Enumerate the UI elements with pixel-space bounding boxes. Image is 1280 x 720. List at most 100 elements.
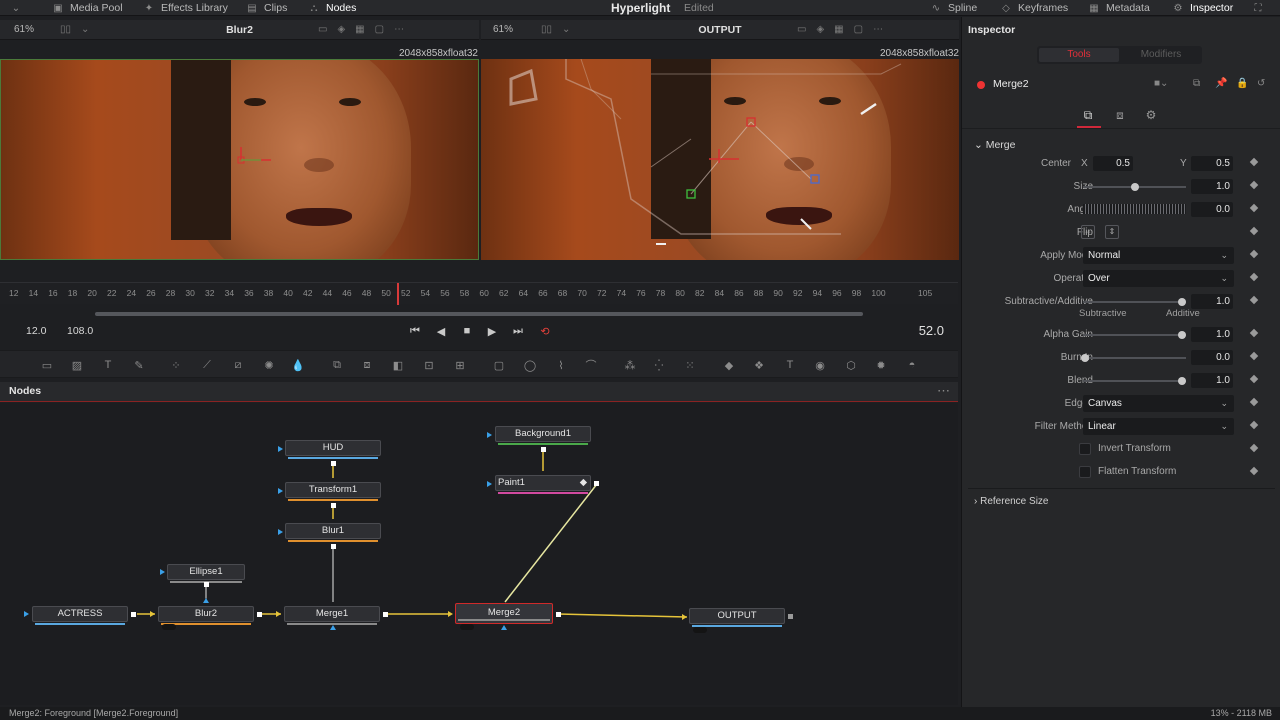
clips-button[interactable]: ▤ Clips [246,0,287,16]
paint-tool-icon[interactable]: ✎ [130,356,148,374]
more-icon[interactable]: ⋯ [937,383,950,399]
slider-knob[interactable] [1178,331,1186,339]
node-ellipse1[interactable]: Ellipse1 [167,564,245,583]
safe-area-icon[interactable]: ▢ [375,24,384,35]
slider-knob[interactable] [1178,377,1186,385]
output-port[interactable] [331,544,336,549]
light3d-icon[interactable]: ✹ [872,356,890,374]
node-blur2[interactable]: Blur2 [158,606,254,625]
lut-icon[interactable]: ◈ [337,24,345,35]
more-icon[interactable]: ⋯ [394,24,404,35]
flatten-transform-checkbox[interactable] [1079,466,1091,478]
slider-knob[interactable] [1131,183,1139,191]
input-port[interactable] [487,432,492,438]
play-reverse-button[interactable]: ◀ [433,323,449,339]
version-icon[interactable]: ⧉ [1193,78,1200,89]
color-correct-tool-icon[interactable]: ⧄ [229,356,247,374]
effects-library-button[interactable]: ✦ Effects Library [143,0,228,16]
grid-icon[interactable]: ▦ [355,24,364,35]
invert-transform-checkbox[interactable] [1079,443,1091,455]
mask-port[interactable] [501,625,507,630]
operator-dropdown[interactable]: Over ⌄ [1083,270,1234,287]
keyframe-icon[interactable] [1249,443,1259,453]
apply-mode-dropdown[interactable]: Normal ⌄ [1083,247,1234,264]
keyframe-icon[interactable] [1249,328,1259,338]
time-ruler[interactable]: 12 14 16 18 20 22 24 26 28 30 32 34 36 38 40 42 44 46 48 50… [0,282,958,304]
node-output[interactable]: OUTPUT [689,608,785,627]
alpha-gain-field[interactable]: 1.0 [1191,327,1233,342]
angle-thumbwheel[interactable] [1083,204,1186,214]
viewer-left-image[interactable] [0,59,479,260]
merge-tool-icon[interactable]: ◧ [389,356,407,374]
alpha-gain-slider[interactable] [1083,331,1186,339]
safe-area-icon[interactable]: ▢ [854,24,863,35]
channels-icon[interactable]: ⧈ [1109,106,1131,124]
spotlight3d-icon[interactable]: ◓ [903,356,921,374]
section-merge-header[interactable]: ⌄ Merge [974,139,1015,151]
transform-tool-icon[interactable]: ⊞ [451,356,469,374]
center-y-field[interactable]: 0.5 [1191,156,1233,171]
roi-icon[interactable]: ▭ [318,24,327,35]
output-port[interactable] [204,582,209,587]
blend-slider[interactable] [1083,377,1186,385]
bspline-mask-icon[interactable]: ⌒ [582,356,600,374]
angle-field[interactable]: 0.0 [1191,202,1233,217]
merge-controls-icon[interactable]: ⧉ [1077,106,1099,124]
playhead[interactable] [397,283,399,305]
keyframe-icon[interactable] [1249,374,1259,384]
input-port[interactable] [150,611,155,617]
keyframe-icon[interactable] [1249,466,1259,476]
input-port[interactable] [160,569,165,575]
output-port[interactable] [556,612,561,617]
shape3d-icon[interactable]: ◆ [720,356,738,374]
lock-icon[interactable]: 🔒 [1236,78,1248,89]
input-port[interactable] [278,529,283,535]
burn-in-field[interactable]: 0.0 [1191,350,1233,365]
output-port[interactable] [131,612,136,617]
text3d-icon[interactable]: T [781,356,799,374]
merge3d-icon[interactable]: ❖ [750,356,768,374]
node-hud[interactable]: HUD [285,440,381,459]
brightness-tool-icon[interactable]: ✺ [260,356,278,374]
size-field[interactable]: 1.0 [1191,179,1233,194]
more-icon[interactable]: ⋯ [873,24,883,35]
lut-icon[interactable]: ◈ [816,24,824,35]
node-editor[interactable]: ACTRESS Blur2 Ellipse1 HUD Transform1 Bl… [0,403,958,705]
node-merge2[interactable]: Merge2 [455,603,553,624]
nodes-button[interactable]: ⛬ Nodes [308,0,357,16]
prender-icon[interactable]: ⁛ [650,356,668,374]
keyframes-button[interactable]: ◇ Keyframes [1000,0,1068,16]
node-blur1[interactable]: Blur1 [285,523,381,542]
settings-icon[interactable]: ⚙ [1140,106,1162,124]
slider-knob[interactable] [1178,298,1186,306]
transform-gizmo-icon[interactable] [231,145,277,175]
roi-icon[interactable]: ▭ [797,24,806,35]
polygon-mask-icon[interactable]: ⌇ [552,356,570,374]
media-pool-button[interactable]: ▣ Media Pool [52,0,122,16]
spline-button[interactable]: ∿ Spline [930,0,977,16]
keyframe-icon[interactable] [1249,249,1259,259]
grid-icon[interactable]: ▦ [834,24,843,35]
current-frame-field[interactable]: 52.0 [884,321,944,341]
mask-port[interactable] [203,598,209,603]
flip-vertical-icon[interactable]: ⇕ [1105,225,1119,239]
background-tool-icon[interactable]: ▭ [38,356,56,374]
tab-modifiers[interactable]: Modifiers [1121,48,1201,62]
node-actress[interactable]: ACTRESS [32,606,128,625]
play-button[interactable]: ▶ [484,323,500,339]
node-paint1[interactable]: Paint1 ◆ [495,475,591,494]
keyframe-icon[interactable] [1249,295,1259,305]
metadata-button[interactable]: ▦ Metadata [1088,0,1150,16]
input-port[interactable] [278,488,283,494]
timeline-scrollbar[interactable] [95,312,863,316]
keyframe-icon[interactable] [1249,180,1259,190]
output-port[interactable] [594,481,599,486]
input-port[interactable] [278,446,283,452]
resize-tool-icon[interactable]: ⊡ [420,356,438,374]
keyframe-icon[interactable] [1249,397,1259,407]
rectangle-mask-icon[interactable]: ▢ [490,356,508,374]
blend-field[interactable]: 1.0 [1191,373,1233,388]
node-transform1[interactable]: Transform1 [285,482,381,501]
size-slider[interactable] [1083,183,1186,191]
sub-add-slider[interactable] [1083,298,1186,306]
